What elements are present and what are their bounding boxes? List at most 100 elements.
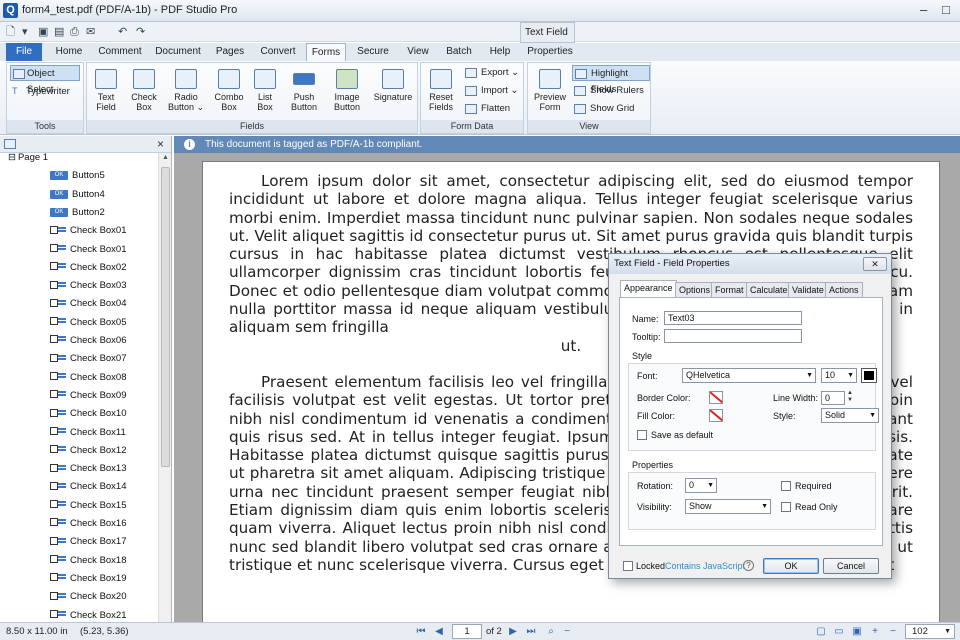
style-select[interactable]: Solid ▼ <box>821 408 879 423</box>
scroll-up-icon[interactable]: ▲ <box>162 154 169 161</box>
tree-page-node[interactable]: ⊟ Page 1 <box>8 153 48 167</box>
spinner-arrows-icon[interactable]: ▲ ▼ <box>847 390 853 404</box>
tab-forms[interactable]: Forms <box>306 43 346 61</box>
save-icon[interactable]: ▣ <box>38 25 48 39</box>
export-button[interactable]: Export ⌄ <box>463 65 523 81</box>
save-as-default-checkbox[interactable] <box>637 430 647 440</box>
tab-appearance[interactable]: Appearance <box>620 280 677 297</box>
tree-field-item[interactable]: Check Box15 <box>50 497 127 515</box>
help-icon[interactable]: ? <box>743 560 754 571</box>
text-color-button[interactable] <box>861 368 877 383</box>
font-select[interactable]: QHelvetica ▼ <box>682 368 816 383</box>
undo-icon[interactable]: ↶ <box>118 25 127 39</box>
text-field-button[interactable]: Text Field <box>89 69 123 112</box>
contains-javascript-link[interactable]: Contains JavaScript <box>665 559 745 573</box>
show-rulers-button[interactable]: Show Rulers <box>572 83 650 99</box>
tree-field-item[interactable]: Check Box10 <box>50 405 127 423</box>
tab-options[interactable]: Options <box>675 282 715 297</box>
preview-form-button[interactable]: Preview Form <box>530 69 570 112</box>
close-pane-icon[interactable]: × <box>157 137 164 151</box>
tab-file[interactable]: File <box>6 43 42 61</box>
tree-field-item[interactable]: Check Box06 <box>50 332 127 350</box>
tree-field-item[interactable]: Check Box21 <box>50 607 127 623</box>
tab-document[interactable]: Document <box>150 43 206 61</box>
tree-field-item[interactable]: OK Button4 <box>50 186 105 204</box>
redo-icon[interactable]: ↷ <box>136 25 145 39</box>
dropdown-arrow-icon[interactable]: ▾ <box>22 25 28 39</box>
combo-box-button[interactable]: Combo Box <box>211 69 247 112</box>
zoom-out-icon[interactable]: − <box>886 625 900 638</box>
reset-fields-button[interactable]: Reset Fields <box>423 69 459 112</box>
dialog-close-button[interactable]: ✕ <box>863 257 887 271</box>
tab-actions[interactable]: Actions <box>825 282 863 297</box>
tree-field-item[interactable]: Check Box08 <box>50 369 127 387</box>
font-size-select[interactable]: 10 ▼ <box>821 368 857 383</box>
tab-properties[interactable]: Properties <box>524 43 576 61</box>
cancel-button[interactable]: Cancel <box>823 558 879 574</box>
rotation-select[interactable]: 0 ▼ <box>685 478 717 493</box>
new-document-icon[interactable]: 🗋 <box>6 25 15 39</box>
tab-convert[interactable]: Convert <box>254 43 302 61</box>
print-icon[interactable]: ⎙ <box>70 25 79 39</box>
fit-page-icon[interactable]: ▢ <box>814 625 828 638</box>
tree-field-item[interactable]: Check Box16 <box>50 515 127 533</box>
scrollbar-thumb[interactable] <box>161 167 170 467</box>
collapse-icon[interactable]: ⊟ <box>8 153 16 163</box>
next-page-icon[interactable]: ▶ <box>506 625 520 638</box>
name-input[interactable]: Text03 <box>664 311 802 325</box>
highlight-fields-button[interactable]: Highlight Fields <box>572 65 650 95</box>
zoom-out-icon[interactable]: − <box>560 625 574 638</box>
page-number-input[interactable]: 1 <box>452 624 482 639</box>
tree-field-item[interactable]: Check Box17 <box>50 533 127 551</box>
ok-button[interactable]: OK <box>763 558 819 574</box>
save-all-icon[interactable]: ▤ <box>54 25 64 39</box>
tab-secure[interactable]: Secure <box>350 43 396 61</box>
line-width-input[interactable]: 0 <box>821 391 845 405</box>
visibility-select[interactable]: Show ▼ <box>685 499 771 514</box>
locked-checkbox[interactable] <box>623 561 633 571</box>
tab-validate[interactable]: Validate <box>788 282 828 297</box>
push-button-button[interactable]: Push Button <box>285 69 323 112</box>
fit-width-icon[interactable]: ▭ <box>832 625 846 638</box>
tab-pages[interactable]: Pages <box>210 43 250 61</box>
tree-field-item[interactable]: Check Box02 <box>50 259 127 277</box>
tab-comment[interactable]: Comment <box>94 43 146 61</box>
actual-size-icon[interactable]: ▣ <box>850 625 864 638</box>
email-icon[interactable]: ✉ <box>86 25 95 39</box>
tree-field-item[interactable]: Check Box07 <box>50 350 127 368</box>
fill-color-button[interactable] <box>709 409 723 422</box>
flatten-button[interactable]: Flatten <box>463 101 523 117</box>
radio-button-button[interactable]: Radio Button ⌄ <box>165 69 207 112</box>
image-button-button[interactable]: Image Button <box>327 69 367 112</box>
first-page-icon[interactable]: ⏮ <box>414 625 428 638</box>
tab-calculate[interactable]: Calculate <box>746 282 792 297</box>
tree-field-item[interactable]: OK Button2 <box>50 204 105 222</box>
last-page-icon[interactable]: ⏭ <box>524 625 538 638</box>
fields-pane-scrollbar[interactable]: ▲ <box>158 153 171 622</box>
minimize-button[interactable]: – <box>920 2 927 17</box>
show-grid-button[interactable]: Show Grid <box>572 101 650 117</box>
zoom-in-icon[interactable]: + <box>868 625 882 638</box>
tree-field-item[interactable]: Check Box14 <box>50 478 127 496</box>
tree-field-item[interactable]: OK Button5 <box>50 167 105 185</box>
import-button[interactable]: Import ⌄ <box>463 83 523 99</box>
zoom-level-select[interactable]: 102 ▼ <box>905 624 955 639</box>
tree-field-item[interactable]: Check Box05 <box>50 314 127 332</box>
tree-field-item[interactable]: Check Box20 <box>50 588 127 606</box>
tab-home[interactable]: Home <box>48 43 90 61</box>
border-color-button[interactable] <box>709 391 723 404</box>
tree-field-item[interactable]: Check Box04 <box>50 295 127 313</box>
tooltip-input[interactable] <box>664 329 802 343</box>
tree-field-item[interactable]: Check Box01 <box>50 241 127 259</box>
tree-field-item[interactable]: Check Box19 <box>50 570 127 588</box>
tab-format[interactable]: Format <box>711 282 748 297</box>
tree-field-item[interactable]: Check Box13 <box>50 460 127 478</box>
signature-button[interactable]: Signature <box>371 69 415 102</box>
check-box-button[interactable]: Check Box <box>126 69 162 112</box>
tree-field-item[interactable]: Check Box18 <box>50 552 127 570</box>
list-box-button[interactable]: List Box <box>249 69 281 112</box>
zoom-tool-icon[interactable]: ⌕ <box>544 625 558 638</box>
maximize-button[interactable]: □ <box>942 2 950 17</box>
object-select-button[interactable]: Object Select <box>10 65 80 95</box>
tree-field-item[interactable]: Check Box11 <box>50 424 126 442</box>
